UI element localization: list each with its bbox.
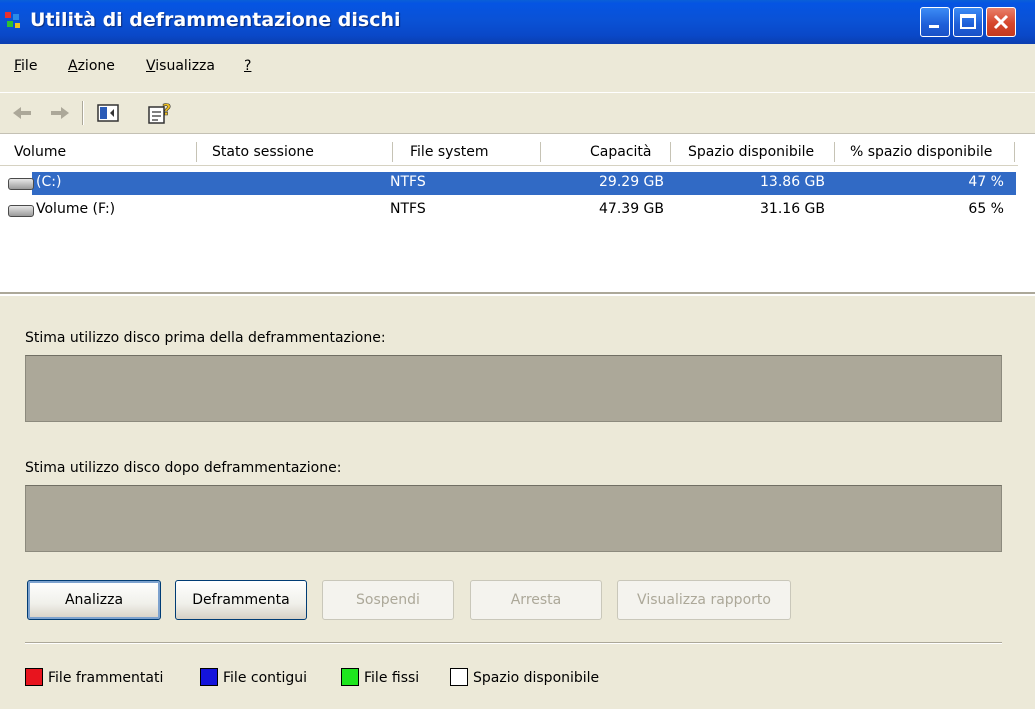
menu-file[interactable]: File bbox=[14, 58, 37, 74]
svg-text:?: ? bbox=[162, 100, 171, 119]
column-header-capacita[interactable]: Capacità bbox=[590, 144, 651, 160]
column-divider[interactable] bbox=[392, 142, 393, 162]
cell-free-percent: 65 % bbox=[968, 201, 1004, 217]
cell-capacity: 29.29 GB bbox=[599, 174, 664, 190]
view-report-button[interactable]: Visualizza rapporto bbox=[617, 580, 791, 620]
list-header: Volume Stato sessione File system Capaci… bbox=[0, 138, 1018, 166]
forward-arrow-icon[interactable] bbox=[48, 99, 72, 127]
show-hide-console-tree-icon[interactable] bbox=[96, 99, 122, 127]
cell-volume: Volume (F:) bbox=[36, 201, 116, 217]
fragmented-swatch bbox=[25, 668, 43, 686]
stop-button[interactable]: Arresta bbox=[470, 580, 602, 620]
before-defrag-usage-bar bbox=[25, 355, 1002, 422]
cell-capacity: 47.39 GB bbox=[599, 201, 664, 217]
defrag-panel: Stima utilizzo disco prima della deframm… bbox=[0, 296, 1035, 709]
defragment-button[interactable]: Deframmenta bbox=[175, 580, 307, 620]
column-divider[interactable] bbox=[670, 142, 671, 162]
column-divider[interactable] bbox=[834, 142, 835, 162]
volume-list[interactable]: Volume Stato sessione File system Capaci… bbox=[0, 134, 1035, 294]
after-defrag-usage-bar bbox=[25, 485, 1002, 552]
legend-free-space: Spazio disponibile bbox=[450, 668, 599, 686]
unmovable-swatch bbox=[341, 668, 359, 686]
menu-bar: File Azione Visualizza ? bbox=[0, 44, 1035, 92]
menu-visualizza[interactable]: Visualizza bbox=[146, 58, 215, 74]
column-header-volume[interactable]: Volume bbox=[14, 144, 66, 160]
drive-icon bbox=[8, 205, 34, 217]
column-divider[interactable] bbox=[196, 142, 197, 162]
column-header-percentuale-spazio[interactable]: % spazio disponibile bbox=[850, 144, 992, 160]
cell-free-space: 13.86 GB bbox=[760, 174, 825, 190]
free-space-swatch bbox=[450, 668, 468, 686]
before-defrag-label: Stima utilizzo disco prima della deframm… bbox=[25, 330, 386, 346]
drive-icon bbox=[8, 178, 34, 190]
cell-file-system: NTFS bbox=[390, 201, 426, 217]
minimize-button[interactable] bbox=[920, 7, 950, 37]
cell-file-system: NTFS bbox=[390, 174, 426, 190]
column-header-spazio-disponibile[interactable]: Spazio disponibile bbox=[688, 144, 814, 160]
table-row[interactable]: Volume (F:) NTFS 47.39 GB 31.16 GB 65 % bbox=[0, 199, 1018, 222]
table-row[interactable]: (C:) NTFS 29.29 GB 13.86 GB 47 % bbox=[0, 172, 1018, 195]
column-header-file-system[interactable]: File system bbox=[410, 144, 489, 160]
column-divider[interactable] bbox=[540, 142, 541, 162]
back-arrow-icon[interactable] bbox=[10, 99, 34, 127]
legend-contiguous: File contigui bbox=[200, 668, 307, 686]
legend-unmovable: File fissi bbox=[341, 668, 419, 686]
title-bar[interactable]: Utilità di deframmentazione dischi bbox=[0, 0, 1035, 44]
close-button[interactable] bbox=[986, 7, 1016, 37]
window-title: Utilità di deframmentazione dischi bbox=[30, 9, 401, 31]
pause-button[interactable]: Sospendi bbox=[322, 580, 454, 620]
toolbar: ? bbox=[0, 92, 1035, 134]
menu-help[interactable]: ? bbox=[244, 58, 251, 74]
legend-fragmented: File frammentati bbox=[25, 668, 163, 686]
cell-free-space: 31.16 GB bbox=[760, 201, 825, 217]
maximize-button[interactable] bbox=[953, 7, 983, 37]
contiguous-swatch bbox=[200, 668, 218, 686]
close-icon bbox=[993, 14, 1009, 30]
column-divider[interactable] bbox=[1014, 142, 1015, 162]
cell-free-percent: 47 % bbox=[968, 174, 1004, 190]
column-header-stato-sessione[interactable]: Stato sessione bbox=[212, 144, 314, 160]
separator-line bbox=[25, 642, 1002, 644]
help-icon[interactable]: ? bbox=[146, 99, 172, 127]
cell-volume: (C:) bbox=[36, 174, 62, 190]
row-selection-highlight bbox=[32, 172, 1016, 195]
toolbar-separator bbox=[82, 101, 84, 125]
after-defrag-label: Stima utilizzo disco dopo deframmentazio… bbox=[25, 460, 342, 476]
minimize-icon bbox=[929, 25, 939, 28]
defrag-app-icon bbox=[5, 12, 20, 28]
menu-azione[interactable]: Azione bbox=[68, 58, 115, 74]
analyze-button[interactable]: Analizza bbox=[27, 580, 161, 620]
maximize-icon bbox=[960, 14, 976, 29]
